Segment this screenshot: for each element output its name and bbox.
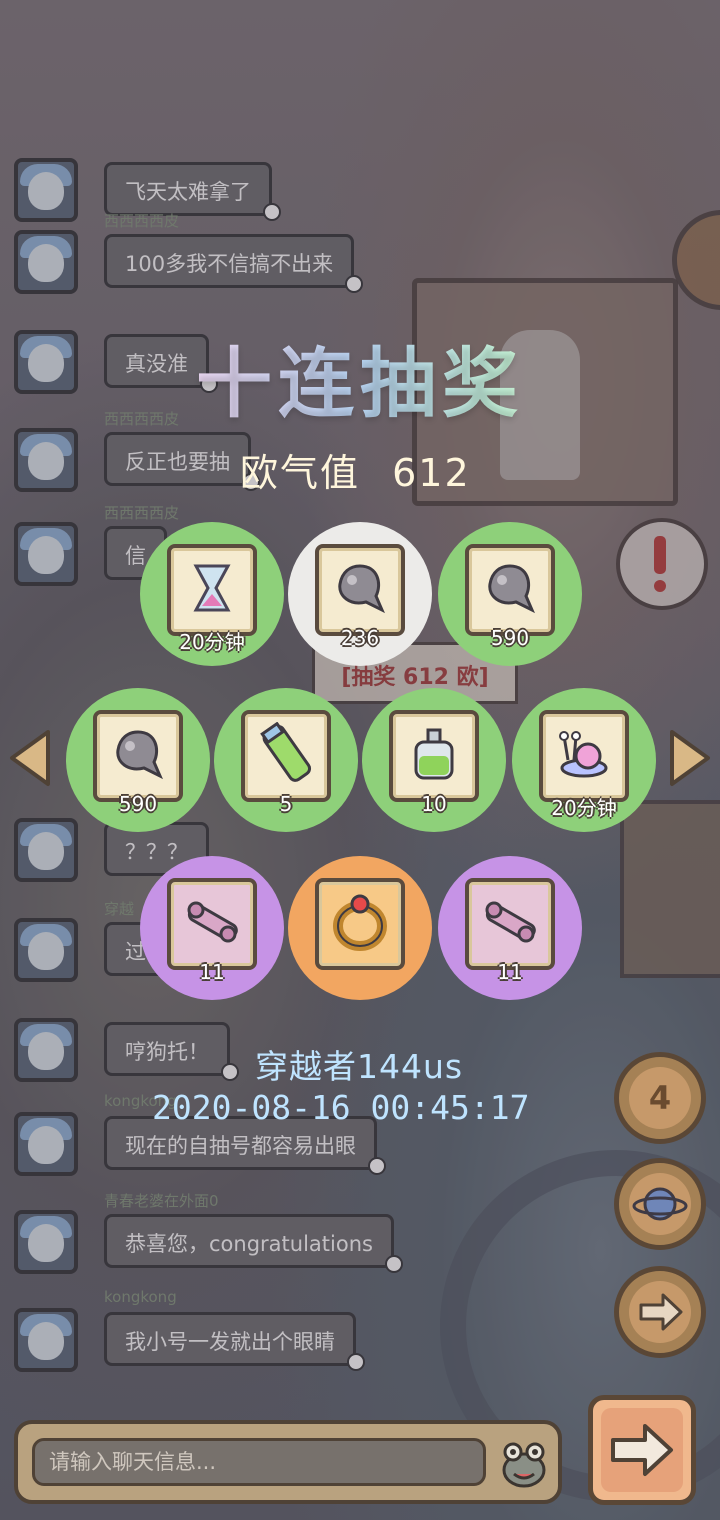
reward-item[interactable]: 20分钟 [512,688,656,832]
reward-card [539,710,629,802]
reward-item[interactable]: 590 [438,522,582,666]
reward-card [241,710,331,802]
chat-input-bar [14,1420,562,1504]
telescope-icon [180,890,244,958]
ring-icon [328,890,392,958]
draw-title: 十连抽奖 [0,322,720,432]
reward-count: 236 [340,626,380,650]
planet-icon [632,1187,688,1221]
send-arrow-icon [611,1424,673,1476]
reward-item[interactable]: 590 [66,688,210,832]
reward-count: 590 [490,626,530,650]
ghost-blob-icon [108,724,168,788]
draw-count-badge: 4 [648,1079,672,1117]
snail-icon [554,724,614,788]
hourglass-icon [182,558,242,622]
reward-item[interactable]: 10 [362,688,506,832]
send-button[interactable] [588,1395,696,1505]
reward-card [167,544,257,636]
reward-item[interactable]: 236 [288,522,432,666]
draw-count-button[interactable]: 4 [614,1052,706,1144]
reward-card [315,544,405,636]
winner-timestamp: 2020-08-16 00:45:17 [152,1088,530,1127]
forward-button[interactable] [614,1266,706,1358]
chat-input[interactable] [32,1438,486,1486]
green-tube-icon [254,721,318,790]
planet-button[interactable] [614,1158,706,1250]
reward-card [93,710,183,802]
reward-card [389,710,479,802]
ghost-blob-icon [330,558,390,622]
luck-value-line: 欧气值 612 [240,442,471,497]
right-arrow-icon [639,1293,683,1331]
reward-count: 590 [118,792,158,816]
reward-card [465,544,555,636]
reward-count: 11 [199,960,225,984]
reward-card [167,878,257,970]
reward-card [465,878,555,970]
reward-item[interactable]: 5 [214,688,358,832]
reward-item[interactable]: 11 [438,856,582,1000]
luck-value: 612 [392,451,471,495]
reward-count: 20分钟 [179,630,245,654]
luck-label: 欧气值 [240,451,361,495]
winner-name: 穿越者144us [255,1047,464,1086]
reward-count: 10 [421,792,447,816]
reward-item[interactable]: 20分钟 [140,522,284,666]
reward-item[interactable] [288,856,432,1000]
emoji-button[interactable] [498,1436,550,1490]
reward-count: 11 [497,960,523,984]
reward-item[interactable]: 11 [140,856,284,1000]
reward-count: 20分钟 [551,796,617,820]
frog-emoji-icon [502,1442,546,1488]
next-page-arrow-icon[interactable] [668,728,712,788]
telescope-icon [478,890,542,958]
potion-bottle-icon [404,724,464,788]
reward-card [315,878,405,970]
prev-page-arrow-icon[interactable] [8,728,52,788]
ghost-blob-icon [480,558,540,622]
reward-count: 5 [279,792,293,816]
